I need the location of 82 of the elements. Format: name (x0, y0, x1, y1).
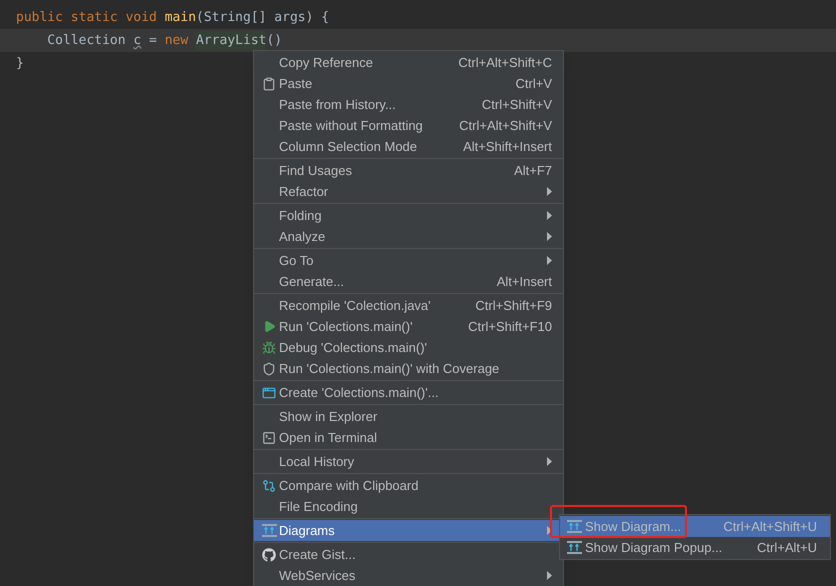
compare-icon (262, 478, 276, 492)
menu-item[interactable]: Paste without Formatting Ctrl+Alt+Shift+V (254, 115, 563, 136)
menu-item[interactable]: Generate... Alt+Insert (254, 271, 563, 292)
menu-item-label: Generate... (279, 272, 344, 291)
menu-item-label: Find Usages (279, 162, 352, 180)
code-token: } (16, 54, 24, 73)
run-icon (262, 320, 276, 333)
github-icon (262, 548, 276, 562)
menu-item-label: Copy Reference (279, 54, 373, 72)
menu-item[interactable]: Show Diagram Popup... Ctrl+Alt+U (560, 537, 830, 558)
code-token: = (148, 32, 158, 50)
menu-item-label: Create Gist... (279, 546, 356, 564)
menu-item[interactable]: Compare with Clipboard (254, 475, 563, 496)
code-token: new (164, 32, 190, 50)
menu-item-label: Folding (279, 206, 322, 225)
shortcut-label: Ctrl+Alt+Shift+V (459, 116, 552, 135)
menu-item-label: Diagrams (279, 522, 335, 540)
code-token: ArrayList (196, 30, 266, 50)
menu-item-label: Local History (279, 452, 354, 471)
diagram-icon (567, 520, 582, 533)
menu-item-label: Go To (279, 252, 314, 270)
menu-item-label: Paste (279, 74, 312, 93)
terminal-icon (262, 430, 276, 444)
menu-item-label: File Encoding (279, 498, 358, 516)
diagram-icon (262, 524, 276, 537)
shortcut-label: Ctrl+Alt+Shift+C (458, 54, 552, 72)
shield-icon (262, 362, 276, 376)
shortcut-label: Alt+Shift+Insert (463, 138, 552, 156)
menu-item-label: Run 'Colections.main()' with Coverage (279, 360, 500, 378)
menu-item-label: Run 'Colections.main()' (279, 318, 413, 336)
menu-item[interactable]: Refactor (254, 181, 563, 202)
menu-item-label: Show Diagram Popup... (585, 538, 722, 557)
shortcut-label: Alt+F7 (514, 162, 552, 180)
menu-item[interactable]: Folding (254, 205, 563, 226)
code-token: Collection (46, 32, 127, 50)
menu-item-label: Debug 'Colections.main()' (279, 338, 428, 357)
menu-item-label: WebServices (279, 566, 356, 585)
menu-item[interactable]: File Encoding (254, 496, 563, 517)
menu-item[interactable]: Create 'Colections.main()'... (254, 382, 563, 403)
menu-item-label: Show Diagram... (585, 518, 682, 536)
menu-item-label: Paste from History... (279, 96, 396, 114)
menu-item-label: Refactor (279, 182, 328, 201)
menu-item-label: Compare with Clipboard (279, 476, 418, 495)
menu-item-label: Recompile 'Colection.java' (279, 296, 431, 315)
menu-item[interactable]: Paste from History... Ctrl+Shift+V (254, 94, 563, 115)
menu-item[interactable]: Local History (254, 451, 563, 472)
code-token: main (164, 8, 196, 27)
menu-item[interactable]: Analyze (254, 226, 563, 247)
menu-item[interactable]: WebServices (254, 565, 563, 586)
menu-item[interactable]: Go To (254, 250, 563, 271)
shortcut-label: Ctrl+Alt+U (757, 538, 817, 557)
menu-item[interactable]: Run 'Colections.main()' with Coverage (254, 358, 563, 379)
shortcut-label: Ctrl+Shift+F10 (468, 318, 552, 336)
menu-item-label: Open in Terminal (279, 428, 378, 447)
shortcut-label: Alt+Insert (496, 272, 552, 291)
code-token: (String[] args) { (196, 8, 330, 27)
menu-item[interactable]: Find Usages Alt+F7 (254, 160, 563, 181)
menu-item[interactable]: Paste Ctrl+V (254, 73, 563, 94)
menu-item-label: Paste without Formatting (279, 116, 423, 135)
shortcut-label: Ctrl+V (516, 74, 552, 93)
code-token: () (266, 32, 282, 50)
menu-item[interactable]: Recompile 'Colection.java' Ctrl+Shift+F9 (254, 295, 563, 316)
clipboard-icon (262, 76, 276, 90)
menu-item[interactable]: Copy Reference Ctrl+Alt+Shift+C (254, 52, 563, 73)
shortcut-label: Ctrl+Shift+F9 (475, 296, 552, 315)
shortcut-label: Ctrl+Alt+Shift+U (723, 518, 817, 536)
window-icon (262, 386, 276, 400)
menu-item[interactable]: Create Gist... (254, 544, 563, 565)
menu-item-label: Column Selection Mode (279, 138, 418, 156)
menu-item[interactable]: Run 'Colections.main()' Ctrl+Shift+F10 (254, 316, 563, 337)
code-token: c (133, 32, 142, 50)
diagram-icon (567, 541, 582, 554)
menu-item[interactable]: Column Selection Mode Alt+Shift+Insert (254, 136, 563, 157)
menu-item[interactable]: Show in Explorer (254, 406, 563, 427)
menu-item-label: Analyze (279, 228, 326, 246)
menu-item-label: Create 'Colections.main()'... (279, 384, 439, 402)
menu-item-label: Show in Explorer (279, 408, 378, 426)
bug-icon (262, 340, 276, 354)
menu-item[interactable]: Debug 'Colections.main()' (254, 337, 563, 358)
shortcut-label: Ctrl+Shift+V (482, 96, 552, 114)
code-token: public static void (16, 8, 158, 27)
menu-item[interactable]: Open in Terminal (254, 427, 563, 448)
